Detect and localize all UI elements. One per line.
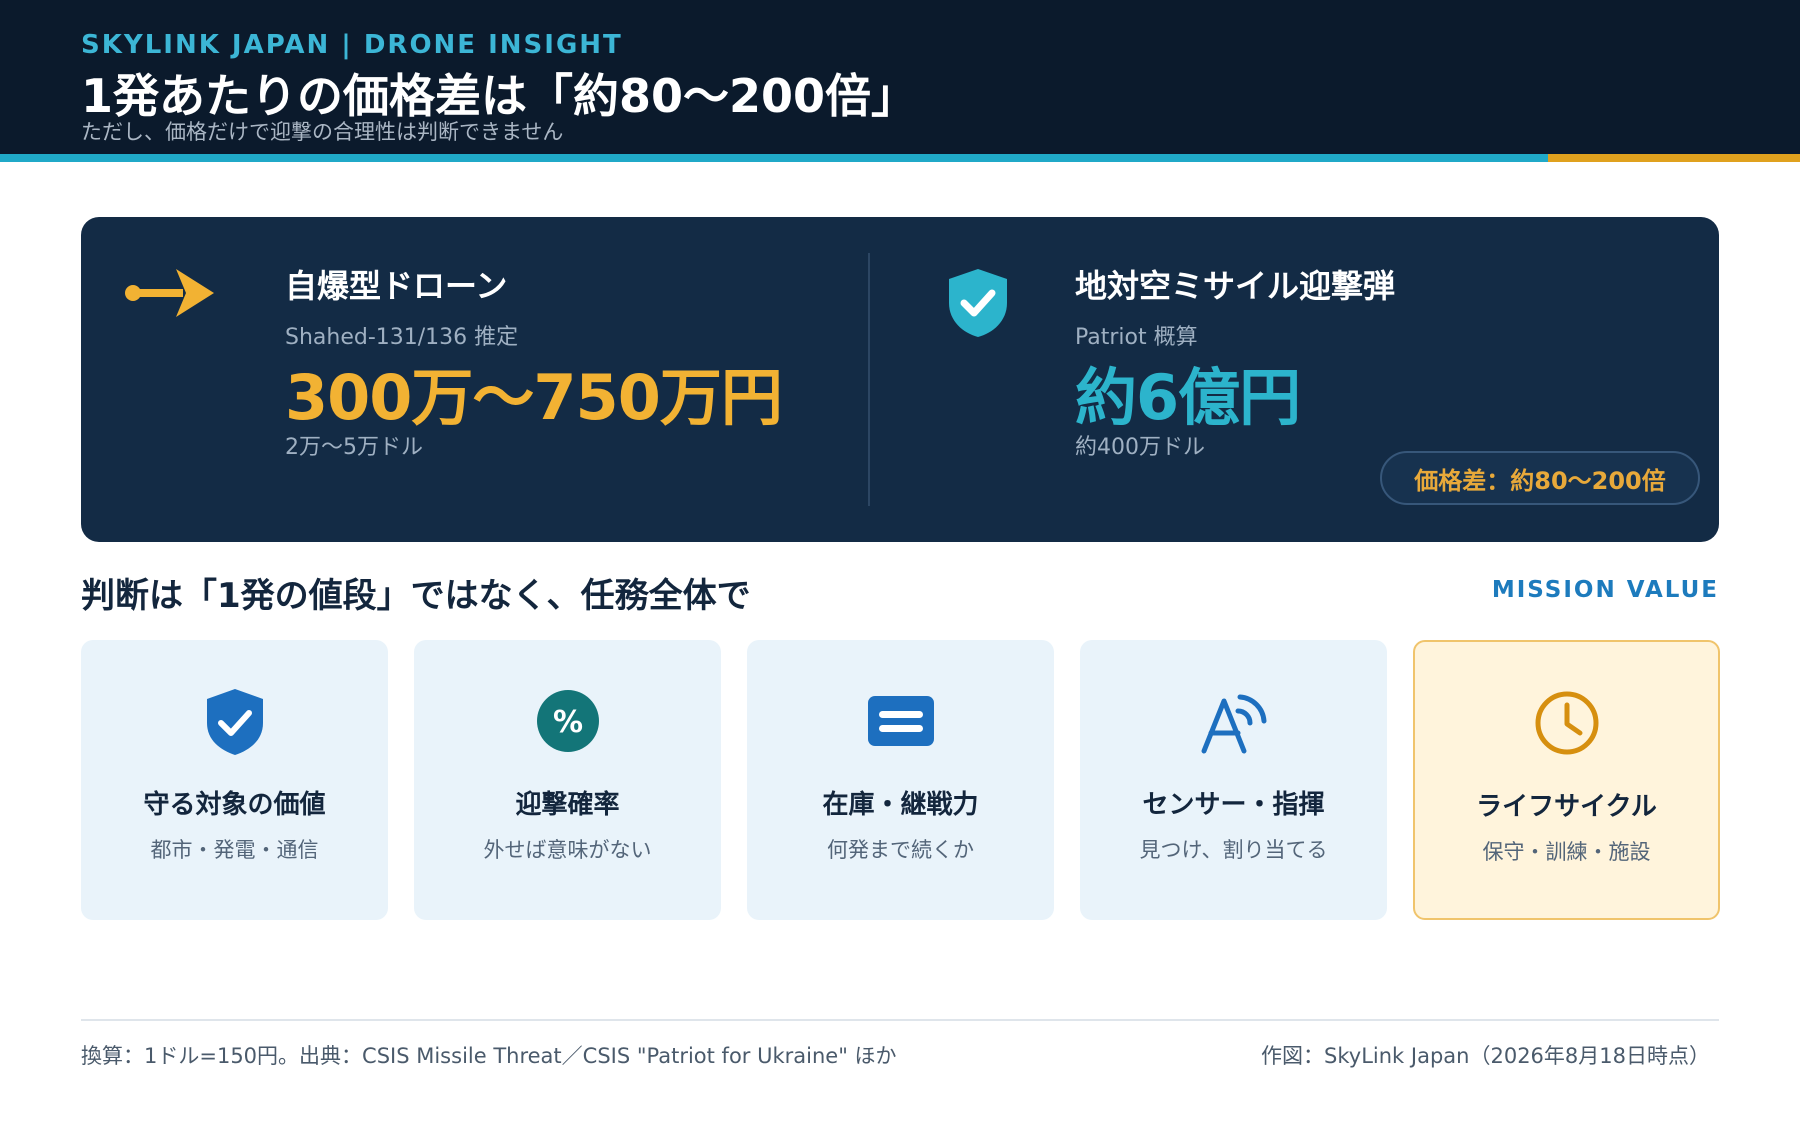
stock-icon [867,696,934,746]
comparison-panel: 自爆型ドローン Shahed-131/136 推定 300万〜750万円 2万〜… [81,217,1719,542]
card-label: 在庫・継戦力 [822,790,979,820]
footer-source: 換算：1ドル=150円。出典：CSIS Missile Threat／CSIS … [81,1044,897,1068]
missile-price: 約6億円 [1075,361,1301,434]
price-ratio-badge: 価格差：約80〜200倍 [1380,451,1700,505]
header: SKYLINK JAPAN | DRONE INSIGHT 1発あたりの価格差は… [0,0,1800,162]
card-intercept-probability: % 迎撃確率 外せば意味がない [414,640,721,920]
missile-price-usd: 約400万ドル [1075,435,1205,460]
svg-text:%: % [552,705,582,740]
missile-title: 地対空ミサイル迎撃弾 [1075,267,1396,305]
footer-credit: 作図：SkyLink Japan（2026年8月18日時点） [1261,1044,1710,1068]
card-lifecycle: ライフサイクル 保守・訓練・施設 [1413,640,1720,920]
card-note: 都市・発電・通信 [150,838,319,862]
drone-title: 自爆型ドローン [285,267,508,305]
card-label: 迎撃確率 [515,790,620,820]
card-note: 何発まで続くか [827,838,974,862]
panel-divider [868,253,870,506]
header-eyebrow: SKYLINK JAPAN | DRONE INSIGHT [81,30,623,60]
card-stock-endurance: 在庫・継戦力 何発まで続くか [747,640,1054,920]
page-subtitle: ただし、価格だけで迎撃の合理性は判断できません [81,120,564,144]
arrow-right-icon [125,269,214,317]
card-sensor-command: センサー・指揮 見つけ、割り当てる [1080,640,1387,920]
card-label: 守る対象の価値 [143,790,326,820]
section-tag: MISSION VALUE [1491,577,1719,603]
footer-divider [81,1019,1719,1021]
clock-icon [1535,691,1598,755]
accent-bar-blue [0,154,1548,162]
percent-icon: % [536,690,599,752]
sensor-icon [1201,694,1266,754]
card-note: 保守・訓練・施設 [1482,840,1651,864]
shield-check-icon [206,689,263,755]
section-title: 判断は「1発の値段」ではなく、任務全体で [81,576,751,616]
card-protected-value: 守る対象の価値 都市・発電・通信 [81,640,388,920]
mission-value-cards: 守る対象の価値 都市・発電・通信 % 迎撃確率 外せば意味がない 在庫・継戦力 … [81,640,1721,920]
shield-check-icon [949,269,1007,337]
card-note: 見つけ、割り当てる [1139,838,1328,862]
drone-price-usd: 2万〜5万ドル [285,435,423,460]
drone-price: 300万〜750万円 [285,361,783,434]
header-accent-bar [0,154,1800,162]
card-label: ライフサイクル [1476,792,1657,822]
card-label: センサー・指揮 [1142,790,1325,820]
accent-bar-orange [1548,154,1800,162]
card-note: 外せば意味がない [483,838,652,862]
